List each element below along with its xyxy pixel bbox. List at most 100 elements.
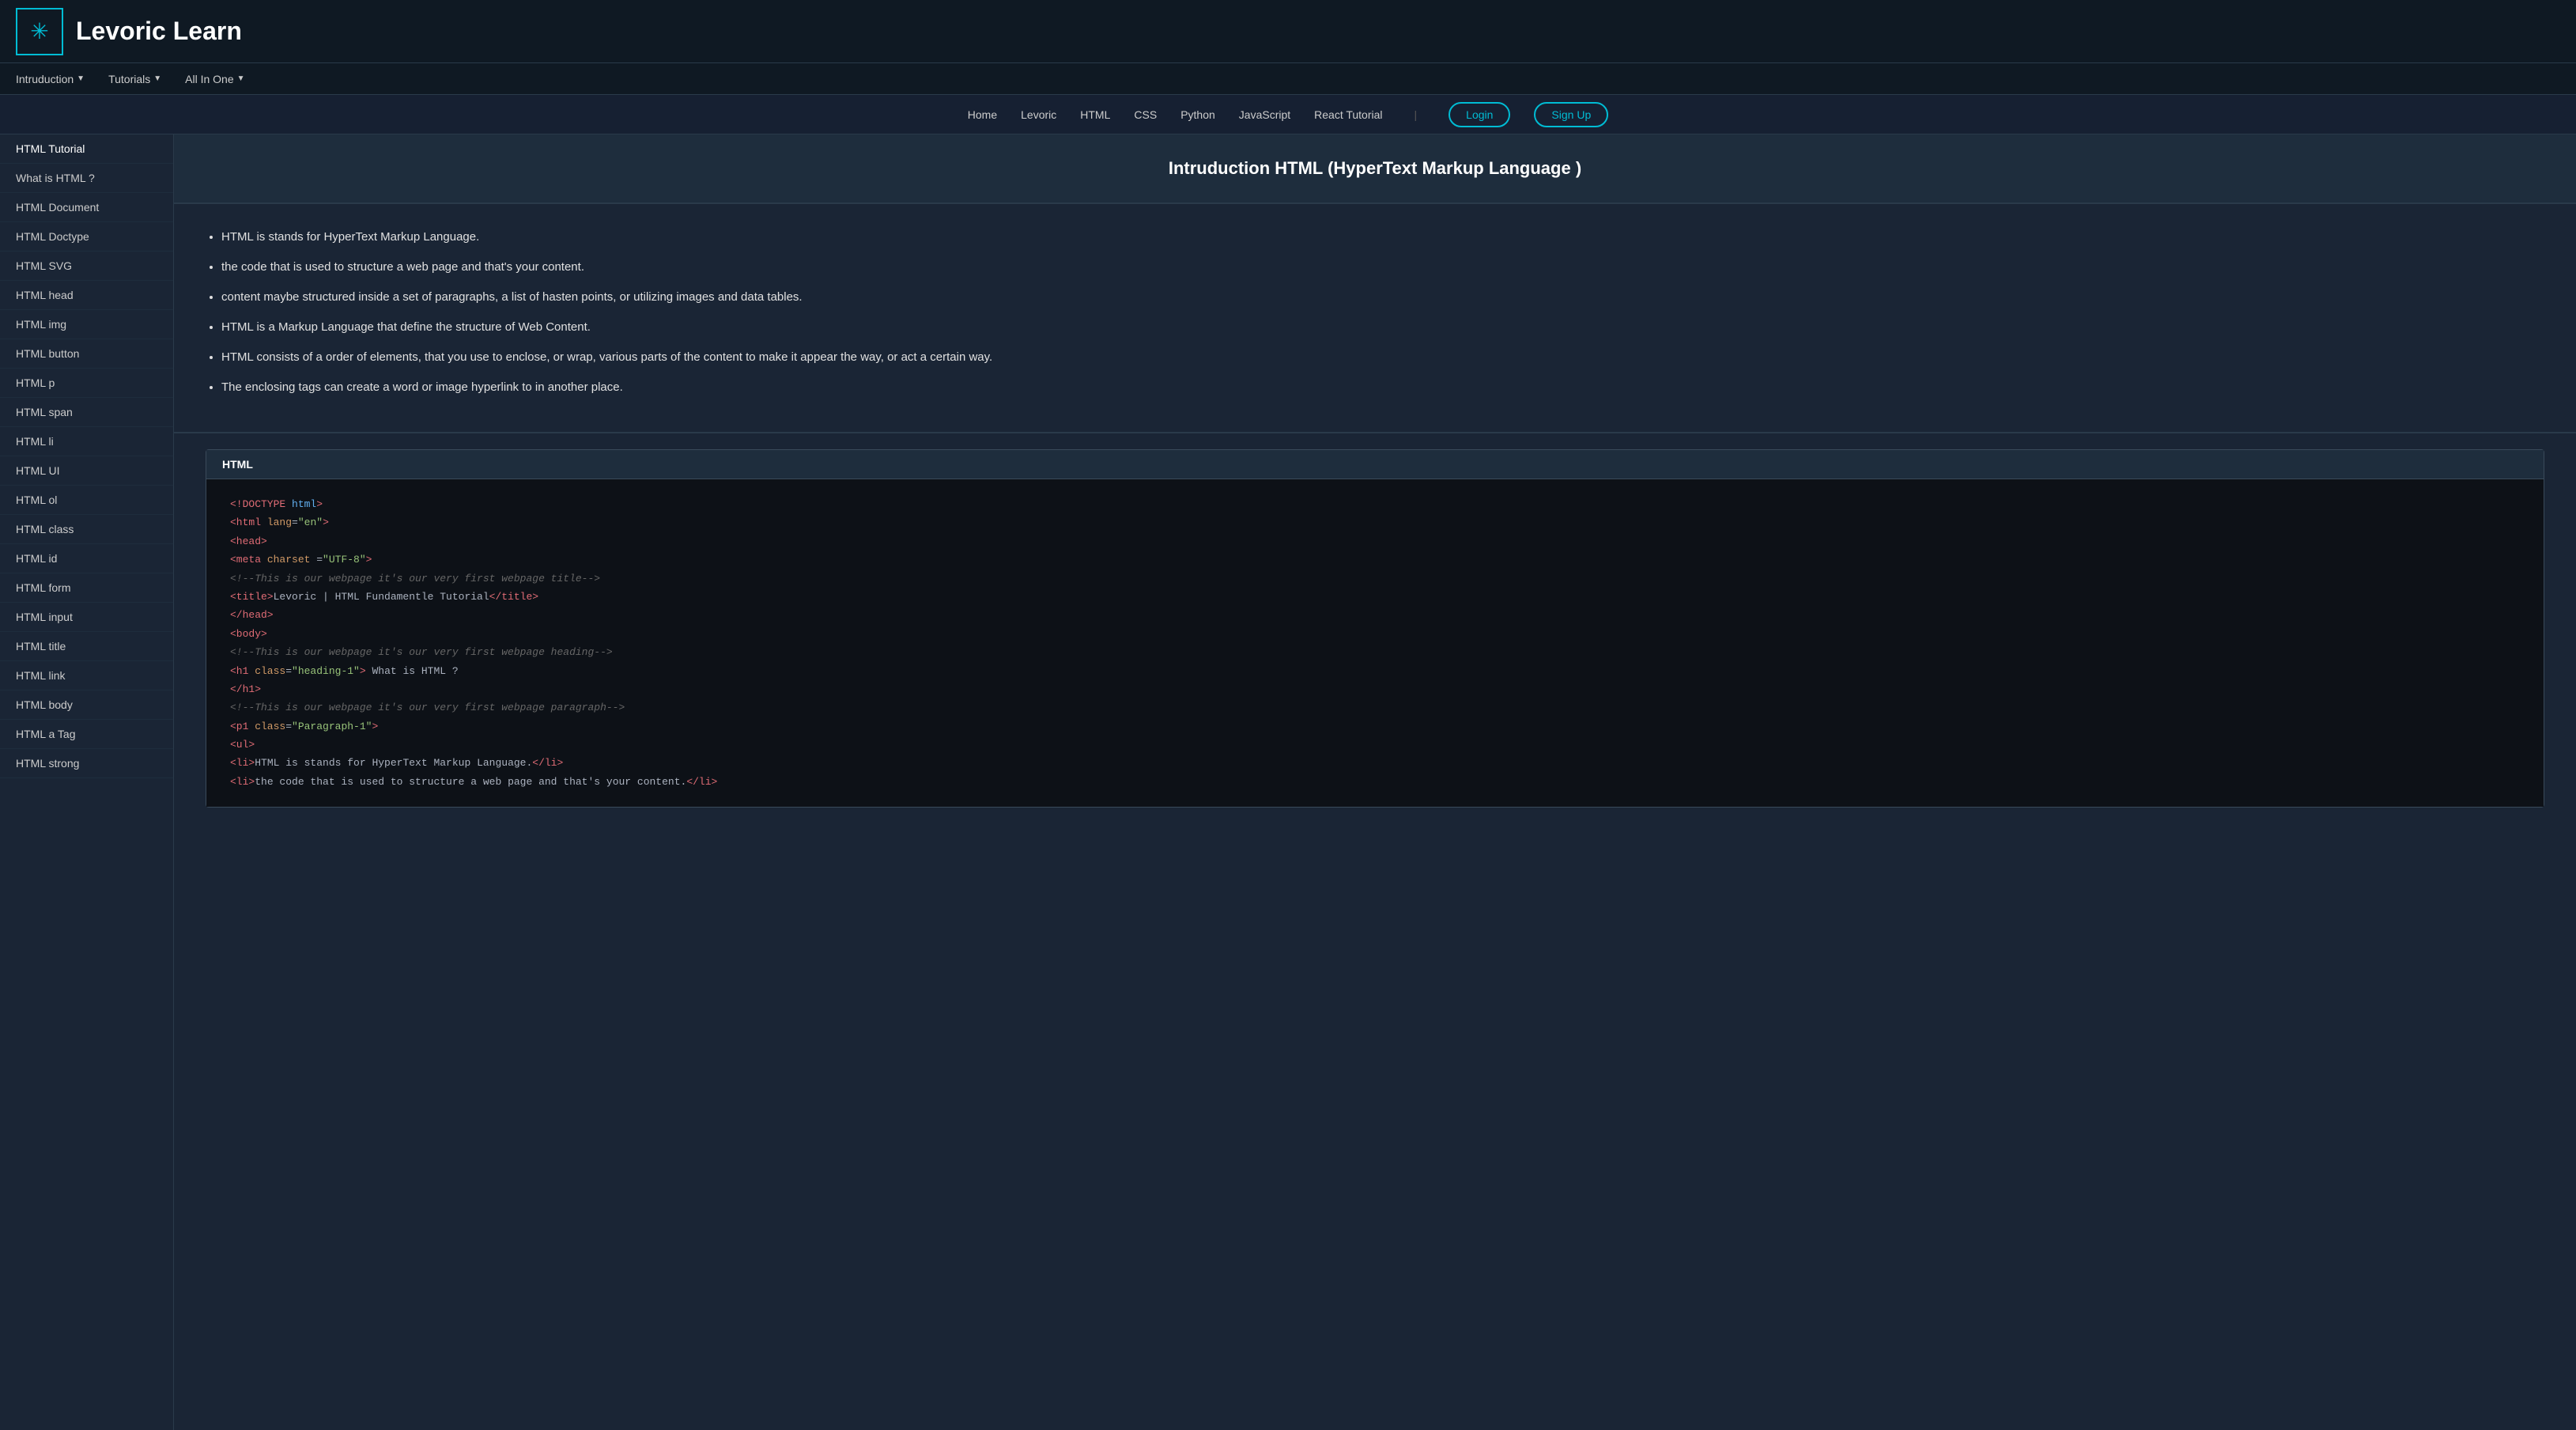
sidebar-item-13[interactable]: HTML class [0,515,173,544]
code-part: lang [261,516,292,528]
code-line-13: <ul> [230,736,2520,754]
sidebar-item-21[interactable]: HTML strong [0,749,173,778]
code-line-0: <!DOCTYPE html> [230,495,2520,513]
code-part: "Paragraph-1" [292,721,372,732]
sidebar-item-label-0: HTML Tutorial [16,142,85,155]
code-line-8: <!--This is our webpage it's our very fi… [230,643,2520,661]
sidebar-item-17[interactable]: HTML title [0,632,173,661]
code-part: <ul> [230,739,255,751]
code-part: <li> [230,776,255,788]
sidebar-item-14[interactable]: HTML id [0,544,173,573]
sub-nav-allinone-label: All In One [185,73,233,85]
content-body: HTML is stands for HyperText Markup Lang… [174,204,2576,433]
sidebar-item-9[interactable]: HTML span [0,398,173,427]
sub-nav-allinone[interactable]: All In One ▼ [185,73,244,85]
nav-divider: | [1415,108,1418,121]
sidebar-item-15[interactable]: HTML form [0,573,173,603]
sidebar-item-label-14: HTML id [16,552,57,565]
top-navbar: ✳ Levoric Learn [0,0,2576,63]
sidebar-item-6[interactable]: HTML img [0,310,173,339]
bullet-1: the code that is used to structure a web… [221,258,2544,277]
sidebar-item-2[interactable]: HTML Document [0,193,173,222]
sidebar-item-10[interactable]: HTML li [0,427,173,456]
code-part: Levoric | HTML Fundamentle Tutorial [274,591,489,603]
sidebar-item-12[interactable]: HTML ol [0,486,173,515]
main-layout: HTML Tutorial What is HTML ? HTML Docume… [0,134,2576,1430]
code-part: <body> [230,628,267,640]
logo-box: ✳ [16,8,63,55]
tutorials-dropdown-icon: ▼ [153,74,161,83]
sidebar-item-label-5: HTML head [16,289,74,301]
code-part: charset [261,554,310,566]
code-body: <!DOCTYPE html> <html lang="en"> <head> … [206,479,2544,807]
sidebar-item-8[interactable]: HTML p [0,369,173,398]
bullet-0: HTML is stands for HyperText Markup Lang… [221,228,2544,247]
nav-link-html[interactable]: HTML [1080,108,1110,121]
sub-nav-introduction[interactable]: Intruduction ▼ [16,73,85,85]
code-block: HTML <!DOCTYPE html> <html lang="en"> <h… [206,449,2544,808]
code-part: </li> [686,776,717,788]
code-part: > [323,516,329,528]
page-title: Intruduction HTML (HyperText Markup Lang… [206,158,2544,179]
sub-nav-introduction-label: Intruduction [16,73,74,85]
code-part: </h1> [230,683,261,695]
sidebar-item-label-12: HTML ol [16,494,57,506]
sidebar-item-16[interactable]: HTML input [0,603,173,632]
sidebar-item-0[interactable]: HTML Tutorial [0,134,173,164]
nav-link-home[interactable]: Home [968,108,997,121]
nav-link-css[interactable]: CSS [1134,108,1157,121]
sidebar-item-20[interactable]: HTML a Tag [0,720,173,749]
sidebar-item-label-1: What is HTML ? [16,172,95,184]
code-part: "heading-1" [292,665,360,677]
code-part: = [292,516,298,528]
sidebar-item-label-19: HTML body [16,698,73,711]
sidebar-item-18[interactable]: HTML link [0,661,173,690]
sidebar-item-19[interactable]: HTML body [0,690,173,720]
sidebar-item-1[interactable]: What is HTML ? [0,164,173,193]
code-line-2: <head> [230,532,2520,550]
sidebar-item-5[interactable]: HTML head [0,281,173,310]
sidebar-item-7[interactable]: HTML button [0,339,173,369]
code-part: class [248,665,285,677]
sidebar-item-4[interactable]: HTML SVG [0,252,173,281]
logo-icon: ✳ [30,18,48,44]
code-part: <p1 [230,721,248,732]
code-part: <title> [230,591,274,603]
sidebar-item-label-4: HTML SVG [16,259,72,272]
bullet-2: content maybe structured inside a set of… [221,288,2544,307]
nav-link-levoric[interactable]: Levoric [1021,108,1056,121]
code-line-9: <h1 class="heading-1"> What is HTML ? [230,662,2520,680]
nav-link-javascript[interactable]: JavaScript [1239,108,1290,121]
code-line-10: </h1> [230,680,2520,698]
allinone-dropdown-icon: ▼ [237,74,245,83]
sidebar-item-label-13: HTML class [16,523,74,535]
bullet-3: HTML is a Markup Language that define th… [221,318,2544,337]
sub-nav-tutorials[interactable]: Tutorials ▼ [108,73,161,85]
signup-button[interactable]: Sign Up [1534,102,1608,127]
nav-link-python[interactable]: Python [1180,108,1215,121]
sidebar-item-label-21: HTML strong [16,757,79,770]
code-part: <!DOCTYPE [230,498,285,510]
code-line-7: <body> [230,625,2520,643]
code-part: <!--This is our webpage it's our very fi… [230,702,625,713]
login-button[interactable]: Login [1449,102,1510,127]
code-part: = [285,721,292,732]
code-part: <h1 [230,665,248,677]
sidebar-item-3[interactable]: HTML Doctype [0,222,173,252]
code-label: HTML [222,458,253,471]
nav-link-react[interactable]: React Tutorial [1314,108,1382,121]
sidebar-item-label-9: HTML span [16,406,73,418]
bullet-5: The enclosing tags can create a word or … [221,378,2544,397]
code-line-15: <li>the code that is used to structure a… [230,773,2520,791]
code-part: the code that is used to structure a web… [255,776,686,788]
sidebar-item-11[interactable]: HTML UI [0,456,173,486]
sidebar: HTML Tutorial What is HTML ? HTML Docume… [0,134,174,1430]
code-part: HTML is stands for HyperText Markup Lang… [255,757,532,769]
sidebar-item-label-8: HTML p [16,376,55,389]
code-part: > [366,554,372,566]
code-line-6: </head> [230,606,2520,624]
content-bullet-list: HTML is stands for HyperText Markup Lang… [206,228,2544,397]
content-area: Intruduction HTML (HyperText Markup Lang… [174,134,2576,1430]
code-line-14: <li>HTML is stands for HyperText Markup … [230,754,2520,772]
code-part: <meta [230,554,261,566]
